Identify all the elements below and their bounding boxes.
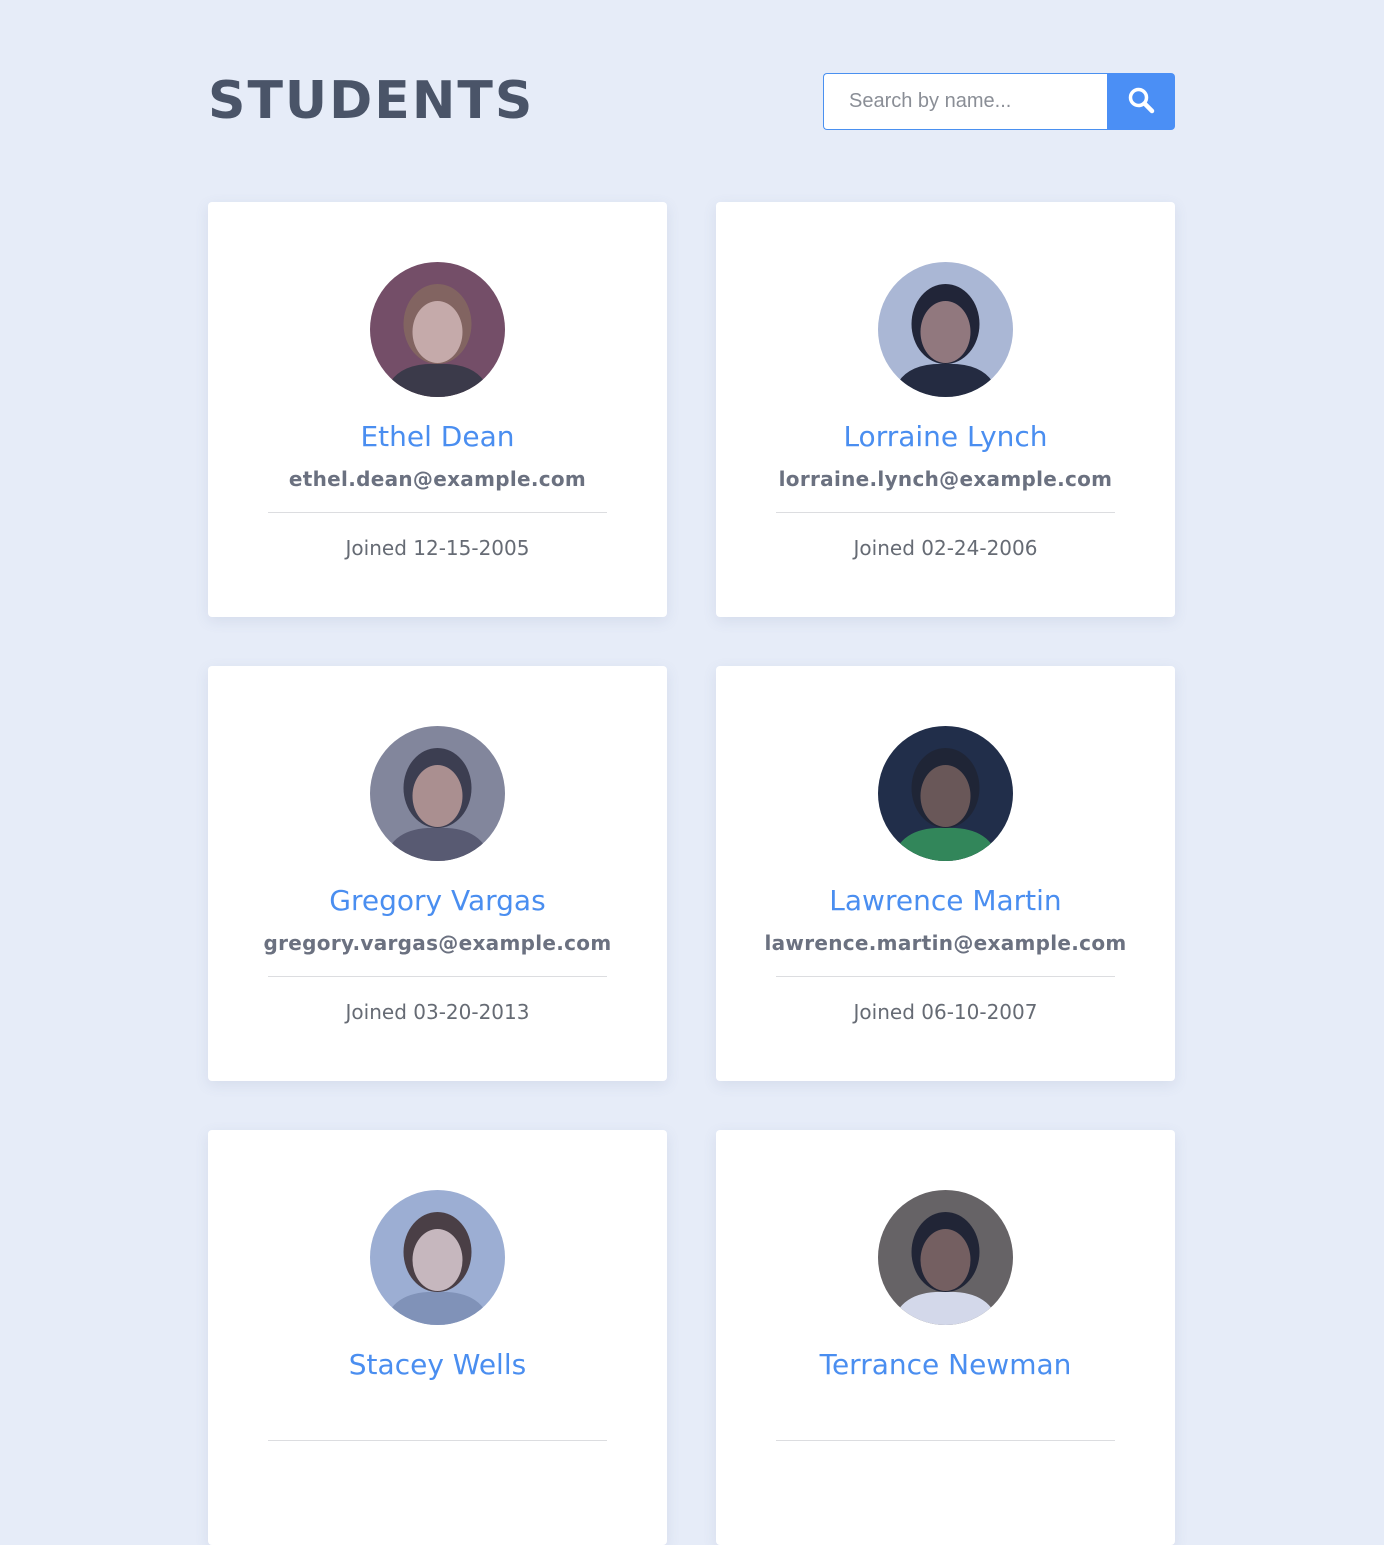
- page-title: STUDENTS: [208, 71, 535, 131]
- student-name: Gregory Vargas: [329, 884, 546, 917]
- joined-date: Joined 03-20-2013: [345, 1000, 530, 1024]
- student-name: Lawrence Martin: [829, 884, 1062, 917]
- student-name: Ethel Dean: [360, 420, 515, 453]
- student-card[interactable]: Lawrence Martin lawrence.martin@example.…: [716, 666, 1175, 1081]
- search-icon: [1127, 86, 1155, 117]
- page-header: STUDENTS: [208, 72, 1175, 130]
- avatar: [878, 726, 1013, 861]
- avatar: [878, 262, 1013, 397]
- student-card[interactable]: Gregory Vargas gregory.vargas@example.co…: [208, 666, 667, 1081]
- student-card[interactable]: Lorraine Lynch lorraine.lynch@example.co…: [716, 202, 1175, 617]
- student-card[interactable]: Terrance Newman: [716, 1130, 1175, 1545]
- joined-date: Joined 02-24-2006: [853, 536, 1038, 560]
- student-name: Stacey Wells: [348, 1348, 527, 1381]
- joined-date: Joined 12-15-2005: [345, 536, 530, 560]
- student-email: ethel.dean@example.com: [288, 467, 587, 491]
- card-divider: [776, 512, 1115, 513]
- card-divider: [268, 1440, 607, 1441]
- avatar: [370, 262, 505, 397]
- student-card[interactable]: Ethel Dean ethel.dean@example.com Joined…: [208, 202, 667, 617]
- search-bar: [823, 73, 1175, 130]
- student-email: gregory.vargas@example.com: [263, 931, 612, 955]
- card-divider: [268, 976, 607, 977]
- student-card[interactable]: Stacey Wells: [208, 1130, 667, 1545]
- joined-date: Joined 06-10-2007: [853, 1000, 1038, 1024]
- student-name: Terrance Newman: [819, 1348, 1072, 1381]
- student-name: Lorraine Lynch: [843, 420, 1048, 453]
- student-grid: Ethel Dean ethel.dean@example.com Joined…: [208, 202, 1175, 1545]
- card-divider: [776, 976, 1115, 977]
- search-input[interactable]: [823, 73, 1107, 130]
- student-email: lawrence.martin@example.com: [764, 931, 1127, 955]
- student-email: lorraine.lynch@example.com: [778, 467, 1113, 491]
- card-divider: [268, 512, 607, 513]
- avatar: [370, 726, 505, 861]
- card-divider: [776, 1440, 1115, 1441]
- search-button[interactable]: [1107, 73, 1175, 130]
- avatar: [370, 1190, 505, 1325]
- avatar: [878, 1190, 1013, 1325]
